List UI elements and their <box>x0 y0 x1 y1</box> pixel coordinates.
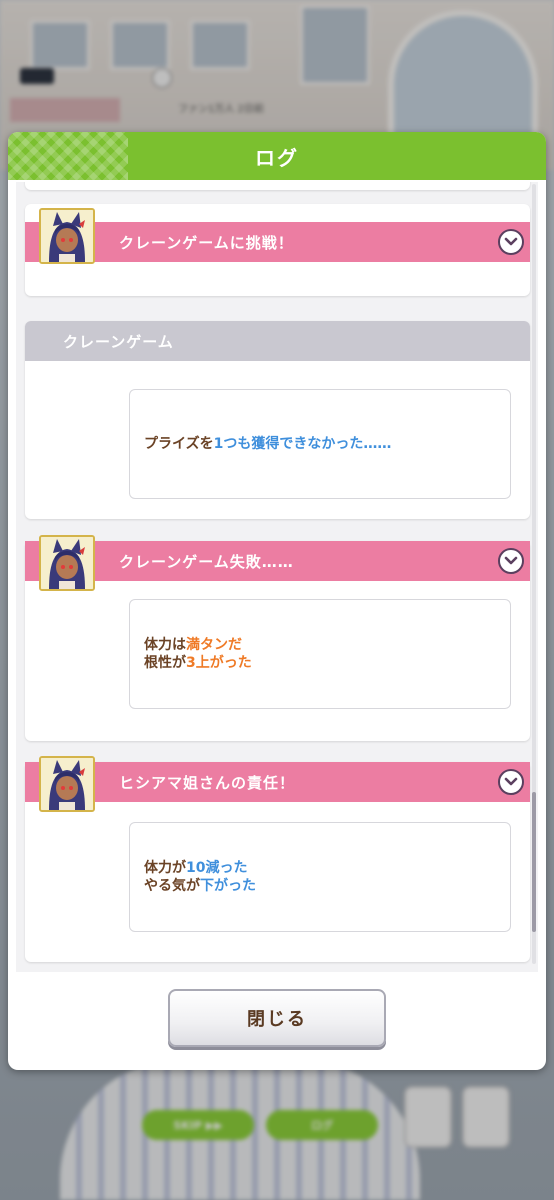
log-card: クレーンゲームに挑戦！ <box>25 204 530 296</box>
message-text: 根性が <box>144 655 186 671</box>
character-avatar <box>39 208 95 264</box>
message-line: 根性が3上がった <box>144 654 510 672</box>
section-title-bar: クレーンゲーム <box>25 321 530 361</box>
message-line: 体力は満タンだ <box>144 636 510 654</box>
character-avatar <box>39 756 95 812</box>
log-card: ヒシアマ姐さんの責任！ 体力が10減った やる気が下がった <box>25 756 530 962</box>
dialog-header: ログ <box>8 132 546 180</box>
event-title: クレーンゲームに挑戦！ <box>119 233 294 252</box>
event-title: ヒシアマ姐さんの責任！ <box>119 773 296 792</box>
event-title-bar[interactable]: クレーンゲーム失敗…… <box>25 541 530 581</box>
message-line: プライズを1つも獲得できなかった…… <box>144 435 510 453</box>
close-button-label: 閉じる <box>247 1009 307 1030</box>
message-box: プライズを1つも獲得できなかった…… <box>129 389 511 499</box>
event-title-bar[interactable]: クレーンゲームに挑戦！ <box>25 222 530 262</box>
close-button[interactable]: 閉じる <box>168 989 386 1047</box>
message-text: 体力は <box>144 637 186 653</box>
message-text: 体力が <box>144 860 186 876</box>
log-list[interactable]: クレーンゲームに挑戦！ クレーンゲーム プライズを1つも獲得できなかった…… ク… <box>16 182 538 972</box>
log-dialog: ログ クレーンゲームに挑戦！ クレーンゲーム プライズを1つも獲得できなかった…… <box>8 132 546 1070</box>
message-line: 体力が10減った <box>144 859 510 877</box>
event-title-bar[interactable]: ヒシアマ姐さんの責任！ <box>25 762 530 802</box>
log-card: クレーンゲーム失敗…… 体力は満タンだ 根性が3上がった <box>25 535 530 741</box>
message-value: 1つも獲得できなかった…… <box>213 436 392 452</box>
message-value: 下がった <box>200 878 256 894</box>
scrollbar[interactable] <box>532 184 536 964</box>
section-title: クレーンゲーム <box>63 332 174 351</box>
chevron-down-icon[interactable] <box>498 548 524 574</box>
log-card-previous <box>25 182 530 190</box>
message-box: 体力は満タンだ 根性が3上がった <box>129 599 511 709</box>
dialog-title: ログ <box>255 145 299 170</box>
message-value: 満タン <box>186 637 228 653</box>
log-section-card: クレーンゲーム プライズを1つも獲得できなかった…… <box>25 321 530 519</box>
event-title: クレーンゲーム失敗…… <box>119 552 294 571</box>
chevron-down-icon[interactable] <box>498 769 524 795</box>
message-value: 3上がった <box>186 655 252 671</box>
message-value: 10減った <box>186 860 248 876</box>
message-box: 体力が10減った やる気が下がった <box>129 822 511 932</box>
chevron-down-icon[interactable] <box>498 229 524 255</box>
message-text: プライズを <box>144 436 214 452</box>
message-line: やる気が下がった <box>144 877 510 895</box>
scrollbar-thumb[interactable] <box>532 792 536 932</box>
message-text: やる気が <box>144 878 200 894</box>
character-avatar <box>39 535 95 591</box>
header-pattern <box>8 132 128 180</box>
message-value: だ <box>228 637 242 653</box>
